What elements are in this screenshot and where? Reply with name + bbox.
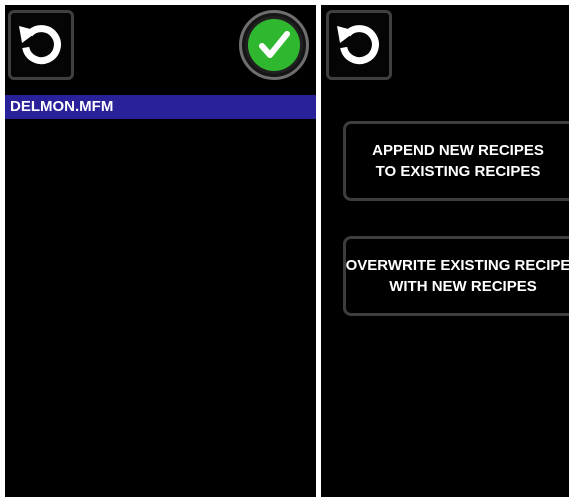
append-line-2: TO EXISTING RECIPES: [375, 163, 541, 180]
refresh-icon: [337, 25, 379, 65]
overwrite-recipes-button[interactable]: OVERWRITE EXISTING RECIPES WITH NEW RECI…: [343, 236, 569, 316]
overwrite-line-1: OVERWRITE EXISTING RECIPES: [345, 257, 569, 274]
file-list-item[interactable]: DELMON.MFM: [5, 95, 316, 119]
confirm-button[interactable]: [239, 10, 309, 80]
refresh-icon: [19, 25, 61, 65]
import-options-pane: APPEND NEW RECIPES TO EXISTING RECIPES O…: [321, 5, 569, 497]
file-name: DELMON.MFM: [10, 98, 114, 115]
append-line-1: APPEND NEW RECIPES: [372, 142, 544, 159]
screen: DELMON.MFM APPEND NEW RECIPES TO EXISTIN…: [0, 0, 569, 502]
append-recipes-button[interactable]: APPEND NEW RECIPES TO EXISTING RECIPES: [343, 121, 569, 201]
left-reset-button[interactable]: [8, 10, 74, 80]
right-reset-button[interactable]: [326, 10, 392, 80]
overwrite-line-2: WITH NEW RECIPES: [389, 278, 537, 295]
file-list: DELMON.MFM: [5, 95, 316, 119]
checkmark-icon: [248, 19, 300, 71]
file-select-pane: DELMON.MFM: [5, 5, 316, 497]
